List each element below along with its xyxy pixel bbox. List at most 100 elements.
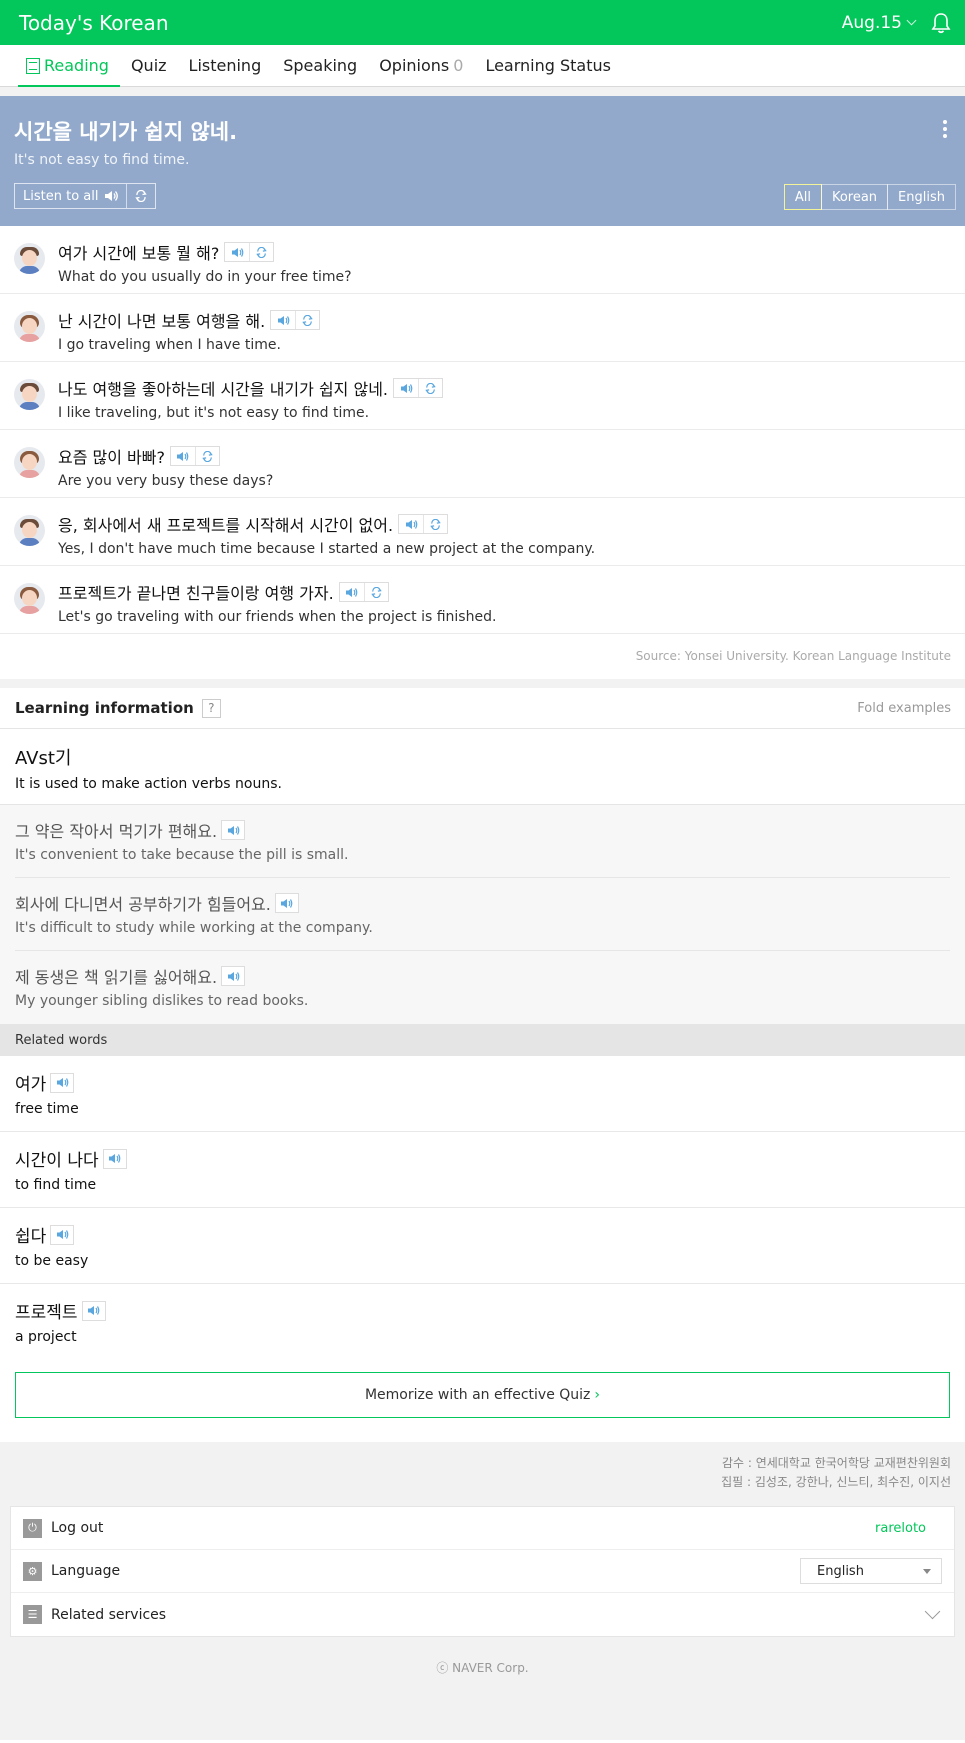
repeat-icon: [135, 190, 148, 202]
speaker-icon[interactable]: [399, 515, 423, 533]
document-icon: [26, 57, 40, 74]
help-button[interactable]: ?: [201, 698, 221, 718]
logout-row[interactable]: ⏻ Log out rareloto: [11, 1507, 954, 1550]
more-options-icon[interactable]: [943, 120, 947, 141]
filter-english[interactable]: English: [887, 184, 956, 210]
word-english: to be easy: [15, 1253, 89, 1269]
grammar-point: AVst기 It is used to make action verbs no…: [0, 729, 965, 805]
repeat-all-button[interactable]: [127, 184, 155, 208]
opinions-count: 0: [453, 56, 464, 75]
source-credit: Source: Yonsei University. Korean Langua…: [635, 649, 951, 663]
speaker-icon[interactable]: [340, 583, 364, 601]
related-services-row[interactable]: ☰ Related services: [11, 1593, 954, 1636]
line-korean: 나도 여행을 좋아하는데 시간을 내기가 쉽지 않네.: [58, 380, 389, 399]
repeat-icon[interactable]: [363, 583, 388, 601]
logout-label: Log out: [51, 1520, 104, 1536]
speaker-icon[interactable]: [271, 311, 295, 329]
example-item: 제 동생은 책 읽기를 싫어해요. My younger sibling disl…: [15, 951, 950, 1024]
tab-learning-status[interactable]: Learning Status: [474, 45, 622, 86]
speaker-icon[interactable]: [394, 379, 418, 397]
quiz-button-label: Memorize with an effective Quiz: [364, 1387, 591, 1403]
top-bar: Today's Korean Aug.15: [0, 0, 965, 45]
dialogue-line: 나도 여행을 좋아하는데 시간을 내기가 쉽지 않네. I like travel…: [0, 362, 965, 430]
example-list: 그 약은 작아서 먹기가 편해요. It's convenient to take…: [0, 805, 965, 1024]
related-word-list: 여가 free time 시간이 나다 to find time 쉽다 to be eas…: [0, 1056, 965, 1360]
dialogue-line: 난 시간이 나면 보통 여행을 해. I go traveling when I …: [0, 294, 965, 362]
line-korean: 응, 회사에서 새 프로젝트를 시작해서 시간이 없어.: [58, 516, 394, 535]
related-word: 여가 free time: [0, 1056, 965, 1132]
language-select[interactable]: English: [800, 1558, 942, 1584]
language-value: English: [817, 1563, 864, 1579]
date-selector[interactable]: Aug.15: [841, 12, 917, 33]
related-words-header: Related words: [0, 1024, 965, 1056]
speaker-icon[interactable]: [221, 820, 246, 840]
dialogue-line: 여가 시간에 보통 뭘 해? What do you usually do in …: [0, 226, 965, 294]
tab-reading[interactable]: Reading: [15, 45, 120, 87]
speaker-avatar: [14, 583, 45, 614]
fold-examples-link[interactable]: Fold examples: [857, 701, 951, 716]
line-english: Are you very busy these days?: [58, 473, 274, 489]
lesson-title-english: It's not easy to find time.: [14, 152, 190, 168]
speaker-icon[interactable]: [50, 1072, 75, 1093]
line-english: I go traveling when I have time.: [58, 337, 281, 353]
repeat-icon[interactable]: [423, 515, 447, 533]
speaker-icon[interactable]: [171, 447, 195, 465]
lesson-title-korean: 시간을 내기가 쉽지 않네.: [14, 120, 238, 144]
speaker-avatar: [14, 243, 45, 274]
example-english: It's difficult to study while working at…: [15, 920, 373, 936]
repeat-icon[interactable]: [249, 243, 273, 261]
grammar-description: It is used to make action verbs nouns.: [15, 776, 282, 792]
listen-all-button[interactable]: Listen to all: [15, 184, 128, 208]
filter-all[interactable]: All: [783, 184, 822, 210]
date-label: Aug.15: [841, 12, 902, 33]
tab-label: Reading: [44, 56, 109, 75]
word-korean: 여가: [15, 1075, 47, 1095]
tab-label: Speaking: [283, 56, 358, 75]
tab-listening[interactable]: Listening: [178, 45, 273, 86]
word-korean: 프로젝트: [15, 1303, 78, 1323]
tab-quiz[interactable]: Quiz: [120, 45, 178, 86]
example-korean: 제 동생은 책 읽기를 싫어해요.: [15, 968, 218, 987]
quiz-button[interactable]: Memorize with an effective Quiz ›: [15, 1372, 950, 1418]
tab-speaking[interactable]: Speaking: [272, 45, 368, 86]
example-english: It's convenient to take because the pill…: [15, 847, 349, 863]
chevron-down-icon: [924, 1603, 941, 1620]
line-english: Yes, I don't have much time because I st…: [58, 541, 596, 557]
speaker-icon[interactable]: [225, 243, 249, 261]
related-word: 쉽다 to be easy: [0, 1208, 965, 1284]
tab-opinions[interactable]: Opinions 0: [368, 45, 474, 86]
speaker-icon[interactable]: [274, 893, 299, 913]
speaker-icon: [105, 191, 119, 201]
language-label: Language: [51, 1563, 121, 1579]
speaker-icon[interactable]: [50, 1224, 75, 1245]
example-korean: 회사에 다니면서 공부하기가 힘들어요.: [15, 895, 271, 914]
line-korean: 요즘 많이 바빠?: [58, 448, 165, 467]
bell-icon[interactable]: [931, 12, 951, 34]
word-english: free time: [15, 1101, 79, 1117]
language-filter: All Korean English: [783, 184, 956, 210]
gear-icon: ⚙: [23, 1561, 42, 1581]
speaker-avatar: [14, 311, 45, 342]
dialogue-line: 응, 회사에서 새 프로젝트를 시작해서 시간이 없어. Yes, I don't…: [0, 498, 965, 566]
tab-label: Opinions: [379, 56, 450, 75]
line-english: Let's go traveling with our friends when…: [58, 609, 497, 625]
divider: [0, 679, 965, 688]
listen-all-control: Listen to all: [14, 183, 157, 209]
repeat-icon[interactable]: [194, 447, 219, 465]
word-korean: 시간이 나다: [15, 1151, 99, 1171]
speaker-icon[interactable]: [221, 966, 246, 986]
tab-label: Quiz: [130, 56, 167, 75]
filter-korean[interactable]: Korean: [820, 184, 889, 210]
example-english: My younger sibling dislikes to read book…: [15, 993, 309, 1009]
repeat-icon[interactable]: [295, 311, 319, 329]
repeat-icon[interactable]: [418, 379, 442, 397]
speaker-icon[interactable]: [102, 1148, 127, 1169]
credit-line: 감수 : 연세대학교 한국어학당 교재편찬위원회: [721, 1456, 951, 1470]
related-word: 시간이 나다 to find time: [0, 1132, 965, 1208]
tab-label: Listening: [188, 56, 262, 75]
speaker-avatar: [14, 515, 45, 546]
speaker-icon[interactable]: [81, 1300, 106, 1321]
app-title[interactable]: Today's Korean: [19, 11, 169, 35]
grammar-pattern: AVst기: [15, 748, 72, 769]
related-services-label: Related services: [51, 1606, 167, 1623]
